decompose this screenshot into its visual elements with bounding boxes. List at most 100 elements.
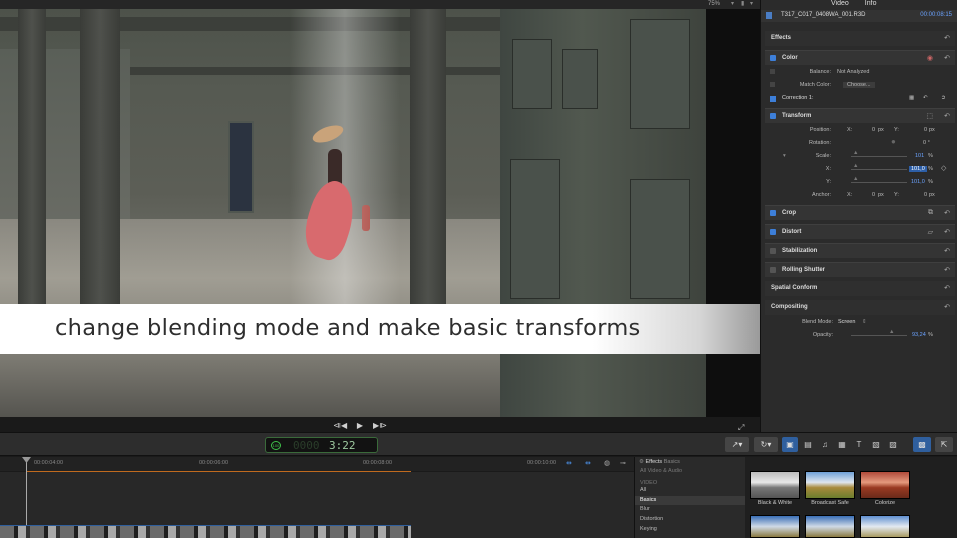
effect-thumb-broadcast-safe[interactable] bbox=[805, 471, 855, 499]
scale-slider-track[interactable] bbox=[851, 156, 907, 157]
match-color-choose-button[interactable]: Choose... bbox=[843, 82, 875, 88]
position-x-value[interactable]: 0 bbox=[872, 127, 875, 133]
position-y-label: Y: bbox=[894, 127, 899, 133]
effects-category-item[interactable]: Keying bbox=[635, 525, 746, 534]
crop-section[interactable]: Crop ⧉ ↶ bbox=[765, 205, 955, 220]
effect-thumb[interactable] bbox=[750, 515, 800, 538]
reset-icon[interactable]: ↶ bbox=[944, 284, 950, 292]
share-button[interactable]: ⇱ bbox=[935, 437, 953, 452]
distort-controls-icon[interactable]: ▱ bbox=[928, 228, 933, 236]
spatial-conform-section[interactable]: Spatial Conform ↶ bbox=[765, 281, 955, 296]
effects-category-item[interactable]: Basics bbox=[635, 495, 746, 505]
balance-checkbox[interactable] bbox=[770, 69, 775, 74]
generators-browser-button[interactable]: ▧ bbox=[869, 437, 883, 452]
color-board-icon[interactable]: ▦ bbox=[909, 95, 914, 101]
effects-category-item[interactable]: Blur bbox=[635, 505, 746, 514]
timecode-display[interactable]: 100 0000 3:22 bbox=[265, 437, 378, 453]
scale-y-value[interactable]: 101,0 bbox=[911, 179, 925, 185]
retime-menu[interactable]: ↻▾ bbox=[754, 437, 778, 452]
scale-y-slider-track[interactable] bbox=[851, 182, 907, 183]
select-tool-menu[interactable]: ↗▾ bbox=[725, 437, 749, 452]
scale-x-slider-knob[interactable]: ▲ bbox=[853, 163, 858, 169]
scale-x-value[interactable]: 101,0 bbox=[909, 166, 927, 172]
tab-info[interactable]: Info bbox=[865, 0, 877, 8]
reset-icon[interactable]: ↶ bbox=[944, 54, 950, 62]
color-wheel-icon[interactable]: ◉ bbox=[927, 54, 933, 62]
rolling-shutter-enable-checkbox[interactable] bbox=[770, 267, 776, 273]
effects-category-item[interactable]: All bbox=[635, 486, 746, 495]
scale-x-slider-track[interactable] bbox=[851, 169, 907, 170]
chevron-down-icon[interactable]: ▾ bbox=[731, 1, 734, 8]
effects-category-item[interactable]: All Video & Audio bbox=[635, 467, 746, 476]
audio-meter-icon[interactable]: ▮ bbox=[741, 1, 744, 8]
onscreen-controls-icon[interactable]: ⬚ bbox=[926, 112, 933, 120]
blend-mode-popup[interactable]: Screen bbox=[838, 319, 855, 325]
play-button[interactable]: ▶ bbox=[353, 420, 367, 432]
position-y-value[interactable]: 0 bbox=[924, 127, 927, 133]
opacity-slider-track[interactable] bbox=[851, 335, 907, 336]
solo-icon[interactable]: ◍ bbox=[604, 459, 610, 467]
reset-icon[interactable]: ↶ bbox=[944, 228, 950, 236]
correction-checkbox[interactable] bbox=[770, 96, 776, 102]
effect-thumb-black-white[interactable] bbox=[750, 471, 800, 499]
anchor-x-value[interactable]: 0 bbox=[872, 192, 875, 198]
scale-y-slider-knob[interactable]: ▲ bbox=[853, 176, 858, 182]
crop-enable-checkbox[interactable] bbox=[770, 210, 776, 216]
reset-icon[interactable]: ↶ bbox=[923, 95, 928, 101]
compositing-section[interactable]: Compositing ↶ bbox=[765, 300, 955, 315]
previous-frame-button[interactable]: ⧏◀ bbox=[333, 420, 347, 432]
arrow-right-icon[interactable]: ➲ bbox=[941, 95, 946, 101]
opacity-value[interactable]: 93,24 bbox=[912, 332, 926, 338]
photo-browser-button[interactable]: ▤ bbox=[801, 437, 815, 452]
reset-icon[interactable]: ↶ bbox=[944, 112, 950, 120]
effects-browser-title: Effects bbox=[645, 459, 663, 465]
tab-video[interactable]: Video bbox=[831, 0, 849, 8]
music-browser-button[interactable]: ♫ bbox=[818, 437, 832, 452]
disclosure-triangle-icon[interactable]: ▾ bbox=[783, 153, 786, 159]
transform-enable-checkbox[interactable] bbox=[770, 113, 776, 119]
distort-section[interactable]: Distort ▱ ↶ bbox=[765, 224, 955, 239]
crop-controls-icon[interactable]: ⧉ bbox=[928, 209, 933, 217]
distort-enable-checkbox[interactable] bbox=[770, 229, 776, 235]
themes-browser-button[interactable]: ▨ bbox=[886, 437, 900, 452]
skimming-icon[interactable]: ⇹ bbox=[566, 459, 572, 467]
effect-thumb[interactable] bbox=[860, 515, 910, 538]
timeline-ruler[interactable]: 00:00:04:00 00:00:06:00 00:00:08:00 00:0… bbox=[0, 457, 634, 472]
scale-slider-knob[interactable]: ▲ bbox=[853, 150, 858, 156]
reset-icon[interactable]: ↶ bbox=[944, 209, 950, 217]
stabilization-enable-checkbox[interactable] bbox=[770, 248, 776, 254]
reset-icon[interactable]: ↶ bbox=[944, 34, 950, 42]
opacity-slider-knob[interactable]: ▲ bbox=[889, 329, 894, 335]
stabilization-section[interactable]: Stabilization ↶ bbox=[765, 243, 955, 258]
transform-section[interactable]: Transform ⬚ ↶ bbox=[765, 108, 955, 123]
anchor-y-value[interactable]: 0 bbox=[924, 192, 927, 198]
color-section[interactable]: Color ◉ ↶ bbox=[765, 50, 955, 65]
reset-icon[interactable]: ↶ bbox=[944, 266, 950, 274]
effect-thumb-colorize[interactable] bbox=[860, 471, 910, 499]
titles-browser-button[interactable]: T bbox=[852, 437, 866, 452]
rotation-dial[interactable]: ● bbox=[891, 137, 896, 146]
effect-thumb[interactable] bbox=[805, 515, 855, 538]
rolling-shutter-section[interactable]: Rolling Shutter ↶ bbox=[765, 262, 955, 277]
keyframe-icon[interactable]: ◇ bbox=[941, 164, 946, 172]
video-browser-button[interactable]: ▣ bbox=[782, 437, 798, 452]
reset-icon[interactable]: ↶ bbox=[944, 247, 950, 255]
transitions-browser-button[interactable]: ▦ bbox=[835, 437, 849, 452]
color-enable-checkbox[interactable] bbox=[770, 55, 776, 61]
gear-icon[interactable]: ⚙ bbox=[639, 459, 644, 465]
inspector-toggle-button[interactable]: ▩ bbox=[913, 437, 931, 452]
audio-skimming-icon[interactable]: ⇹ bbox=[585, 459, 591, 467]
effects-category-item[interactable]: Distortion bbox=[635, 515, 746, 524]
anchor-row: Anchor: X: 0 px Y: 0 px bbox=[765, 189, 955, 201]
match-color-checkbox[interactable] bbox=[770, 82, 775, 87]
zoom-level[interactable]: 75% bbox=[708, 0, 720, 9]
popup-arrows-icon[interactable]: ⇕ bbox=[862, 319, 867, 325]
scale-value[interactable]: 101 bbox=[915, 153, 924, 159]
reset-icon[interactable]: ↶ bbox=[944, 303, 950, 311]
snapping-icon[interactable]: ⊸ bbox=[620, 459, 626, 467]
chevron-down-icon[interactable]: ▾ bbox=[750, 1, 753, 8]
rotation-value[interactable]: 0 ° bbox=[923, 140, 930, 146]
next-frame-button[interactable]: ▶⧐ bbox=[373, 420, 387, 432]
rotation-row: Rotation: ● 0 ° bbox=[765, 137, 955, 149]
timeline-clip[interactable] bbox=[0, 525, 411, 538]
